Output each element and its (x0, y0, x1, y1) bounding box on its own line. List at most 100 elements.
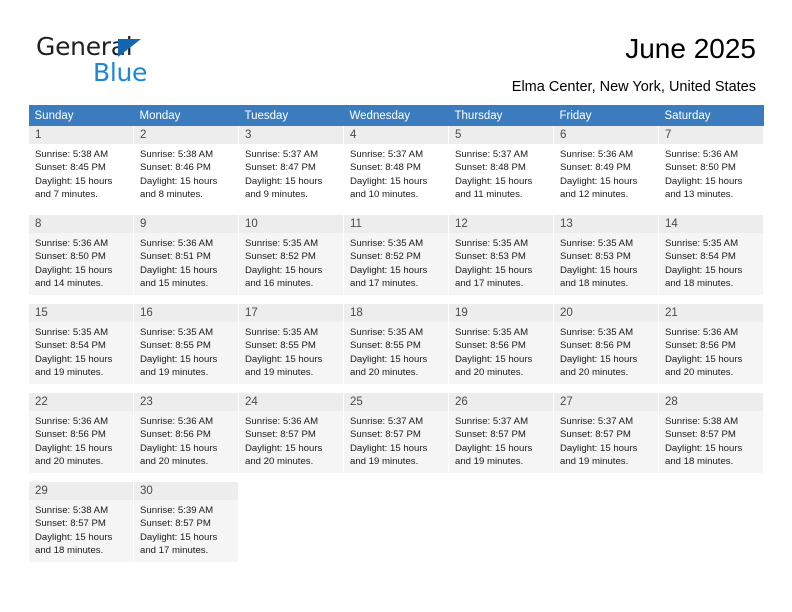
calendar-day-cell[interactable]: 27 Sunrise: 5:37 AM Sunset: 8:57 PM Dayligh… (553, 393, 659, 473)
daylight-text-line2: and 19 minutes. (140, 367, 209, 379)
daylight-text-line2: and 11 minutes. (455, 189, 523, 201)
daylight-text-line2: and 20 minutes. (245, 456, 314, 468)
day-number: 25 (344, 393, 448, 411)
sunset-text: Sunset: 8:57 PM (245, 429, 316, 441)
calendar-day-cell[interactable]: 26 Sunrise: 5:37 AM Sunset: 8:57 PM Dayligh… (448, 393, 554, 473)
calendar-day-cell[interactable]: 2 Sunrise: 5:38 AM Sunset: 8:46 PM Daylight… (133, 126, 239, 206)
sunrise-text: Sunrise: 5:35 AM (35, 327, 109, 338)
day-number: 14 (659, 215, 763, 233)
weekday-header-sunday: Sunday (28, 105, 134, 126)
calendar-day-cell[interactable]: 8 Sunrise: 5:36 AM Sunset: 8:50 PM Daylight… (28, 215, 134, 295)
sunrise-text: Sunrise: 5:36 AM (140, 238, 214, 249)
daylight-text-line1: Daylight: 15 hours (35, 353, 113, 365)
sunrise-text: Sunrise: 5:37 AM (455, 149, 529, 160)
weekday-header-saturday: Saturday (658, 105, 764, 126)
daylight-text-line2: and 20 minutes. (560, 367, 629, 379)
daylight-text-line2: and 20 minutes. (665, 367, 734, 379)
sunset-text: Sunset: 8:54 PM (665, 251, 736, 263)
week-separator-cell (658, 473, 764, 482)
calendar-day-cell[interactable]: 15 Sunrise: 5:35 AM Sunset: 8:54 PM Dayligh… (28, 304, 134, 384)
day-sun-info: Sunrise: 5:35 AM Sunset: 8:56 PM Daylight:… (449, 322, 553, 380)
calendar-day-cell[interactable]: 13 Sunrise: 5:35 AM Sunset: 8:53 PM Dayligh… (553, 215, 659, 295)
calendar-week-row: 29 Sunrise: 5:38 AM Sunset: 8:57 PM Dayligh… (28, 482, 764, 562)
calendar-day-cell[interactable]: 1 Sunrise: 5:38 AM Sunset: 8:45 PM Daylight… (28, 126, 134, 206)
week-row-separator (28, 206, 764, 215)
daylight-text-line1: Daylight: 15 hours (245, 175, 323, 187)
sunset-text: Sunset: 8:56 PM (140, 429, 211, 441)
calendar-day-cell[interactable]: 17 Sunrise: 5:35 AM Sunset: 8:55 PM Dayligh… (238, 304, 344, 384)
calendar-day-cell[interactable]: 30 Sunrise: 5:39 AM Sunset: 8:57 PM Dayligh… (133, 482, 239, 562)
daylight-text-line1: Daylight: 15 hours (455, 175, 533, 187)
day-number: 5 (449, 126, 553, 144)
daylight-text-line1: Daylight: 15 hours (140, 531, 218, 543)
week-separator-cell (133, 473, 239, 482)
day-sun-info: Sunrise: 5:35 AM Sunset: 8:55 PM Daylight:… (344, 322, 448, 380)
calendar-day-cell[interactable]: 29 Sunrise: 5:38 AM Sunset: 8:57 PM Dayligh… (28, 482, 134, 562)
day-number: 16 (134, 304, 238, 322)
calendar-day-cell[interactable]: 25 Sunrise: 5:37 AM Sunset: 8:57 PM Dayligh… (343, 393, 449, 473)
sunrise-text: Sunrise: 5:38 AM (35, 505, 109, 516)
sunrise-text: Sunrise: 5:38 AM (140, 149, 214, 160)
calendar-day-cell[interactable]: 24 Sunrise: 5:36 AM Sunset: 8:57 PM Dayligh… (238, 393, 344, 473)
sunset-text: Sunset: 8:51 PM (140, 251, 211, 263)
calendar-day-cell[interactable]: 5 Sunrise: 5:37 AM Sunset: 8:48 PM Daylight… (448, 126, 554, 206)
daylight-text-line2: and 20 minutes. (455, 367, 524, 379)
calendar-week-row: 1 Sunrise: 5:38 AM Sunset: 8:45 PM Daylight… (28, 126, 764, 206)
day-sun-info: Sunrise: 5:35 AM Sunset: 8:56 PM Daylight:… (554, 322, 658, 380)
day-number: 2 (134, 126, 238, 144)
sunrise-text: Sunrise: 5:36 AM (665, 327, 739, 338)
sunrise-text: Sunrise: 5:35 AM (560, 238, 634, 249)
daylight-text-line2: and 9 minutes. (245, 189, 308, 201)
calendar-day-cell[interactable]: 28 Sunrise: 5:38 AM Sunset: 8:57 PM Dayligh… (658, 393, 764, 473)
day-number: 23 (134, 393, 238, 411)
sunrise-text: Sunrise: 5:37 AM (455, 416, 529, 427)
calendar-day-cell[interactable]: 9 Sunrise: 5:36 AM Sunset: 8:51 PM Daylight… (133, 215, 239, 295)
page-subtitle-location: Elma Center, New York, United States (511, 79, 756, 95)
calendar-day-cell[interactable]: 21 Sunrise: 5:36 AM Sunset: 8:56 PM Dayligh… (658, 304, 764, 384)
weekday-header-thursday: Thursday (448, 105, 554, 126)
sunset-text: Sunset: 8:56 PM (35, 429, 106, 441)
sunset-text: Sunset: 8:57 PM (350, 429, 421, 441)
daylight-text-line1: Daylight: 15 hours (665, 353, 743, 365)
daylight-text-line1: Daylight: 15 hours (140, 353, 218, 365)
page-title: June 2025 (625, 33, 756, 64)
sunset-text: Sunset: 8:55 PM (350, 340, 421, 352)
calendar-day-cell[interactable]: 10 Sunrise: 5:35 AM Sunset: 8:52 PM Dayligh… (238, 215, 344, 295)
calendar-day-cell[interactable]: 11 Sunrise: 5:35 AM Sunset: 8:52 PM Dayligh… (343, 215, 449, 295)
daylight-text-line1: Daylight: 15 hours (35, 175, 113, 187)
day-number: 6 (554, 126, 658, 144)
daylight-text-line1: Daylight: 15 hours (140, 442, 218, 454)
week-separator-cell (343, 473, 449, 482)
calendar-day-cell[interactable]: 7 Sunrise: 5:36 AM Sunset: 8:50 PM Daylight… (658, 126, 764, 206)
calendar-day-cell[interactable]: 4 Sunrise: 5:37 AM Sunset: 8:48 PM Daylight… (343, 126, 449, 206)
sunset-text: Sunset: 8:57 PM (140, 518, 211, 530)
calendar-day-cell[interactable]: 12 Sunrise: 5:35 AM Sunset: 8:53 PM Dayligh… (448, 215, 554, 295)
sunrise-text: Sunrise: 5:36 AM (35, 238, 109, 249)
calendar-day-cell[interactable]: 23 Sunrise: 5:36 AM Sunset: 8:56 PM Dayligh… (133, 393, 239, 473)
day-sun-info: Sunrise: 5:36 AM Sunset: 8:56 PM Daylight:… (659, 322, 763, 380)
daylight-text-line2: and 17 minutes. (140, 545, 209, 557)
sunset-text: Sunset: 8:56 PM (455, 340, 526, 352)
calendar-day-cell[interactable]: 6 Sunrise: 5:36 AM Sunset: 8:49 PM Daylight… (553, 126, 659, 206)
calendar-body: 1 Sunrise: 5:38 AM Sunset: 8:45 PM Daylight… (28, 126, 764, 562)
day-sun-info: Sunrise: 5:36 AM Sunset: 8:49 PM Daylight:… (554, 144, 658, 202)
calendar-day-cell[interactable]: 20 Sunrise: 5:35 AM Sunset: 8:56 PM Dayligh… (553, 304, 659, 384)
calendar-day-cell[interactable]: 18 Sunrise: 5:35 AM Sunset: 8:55 PM Dayligh… (343, 304, 449, 384)
calendar-day-cell[interactable]: 19 Sunrise: 5:35 AM Sunset: 8:56 PM Dayligh… (448, 304, 554, 384)
daylight-text-line1: Daylight: 15 hours (140, 175, 218, 187)
week-separator-cell (448, 295, 554, 304)
daylight-text-line2: and 10 minutes. (350, 189, 419, 201)
day-number: 28 (659, 393, 763, 411)
calendar-day-cell[interactable]: 3 Sunrise: 5:37 AM Sunset: 8:47 PM Daylight… (238, 126, 344, 206)
sunset-text: Sunset: 8:57 PM (665, 429, 736, 441)
calendar-day-cell[interactable]: 22 Sunrise: 5:36 AM Sunset: 8:56 PM Dayligh… (28, 393, 134, 473)
calendar-day-cell[interactable]: 14 Sunrise: 5:35 AM Sunset: 8:54 PM Dayligh… (658, 215, 764, 295)
day-number: 9 (134, 215, 238, 233)
daylight-text-line1: Daylight: 15 hours (350, 353, 428, 365)
day-sun-info: Sunrise: 5:37 AM Sunset: 8:57 PM Daylight:… (449, 411, 553, 469)
daylight-text-line2: and 17 minutes. (350, 278, 419, 290)
sunrise-text: Sunrise: 5:37 AM (560, 416, 634, 427)
sunrise-text: Sunrise: 5:36 AM (665, 149, 739, 160)
calendar-day-cell[interactable]: 16 Sunrise: 5:35 AM Sunset: 8:55 PM Dayligh… (133, 304, 239, 384)
daylight-text-line1: Daylight: 15 hours (560, 353, 638, 365)
